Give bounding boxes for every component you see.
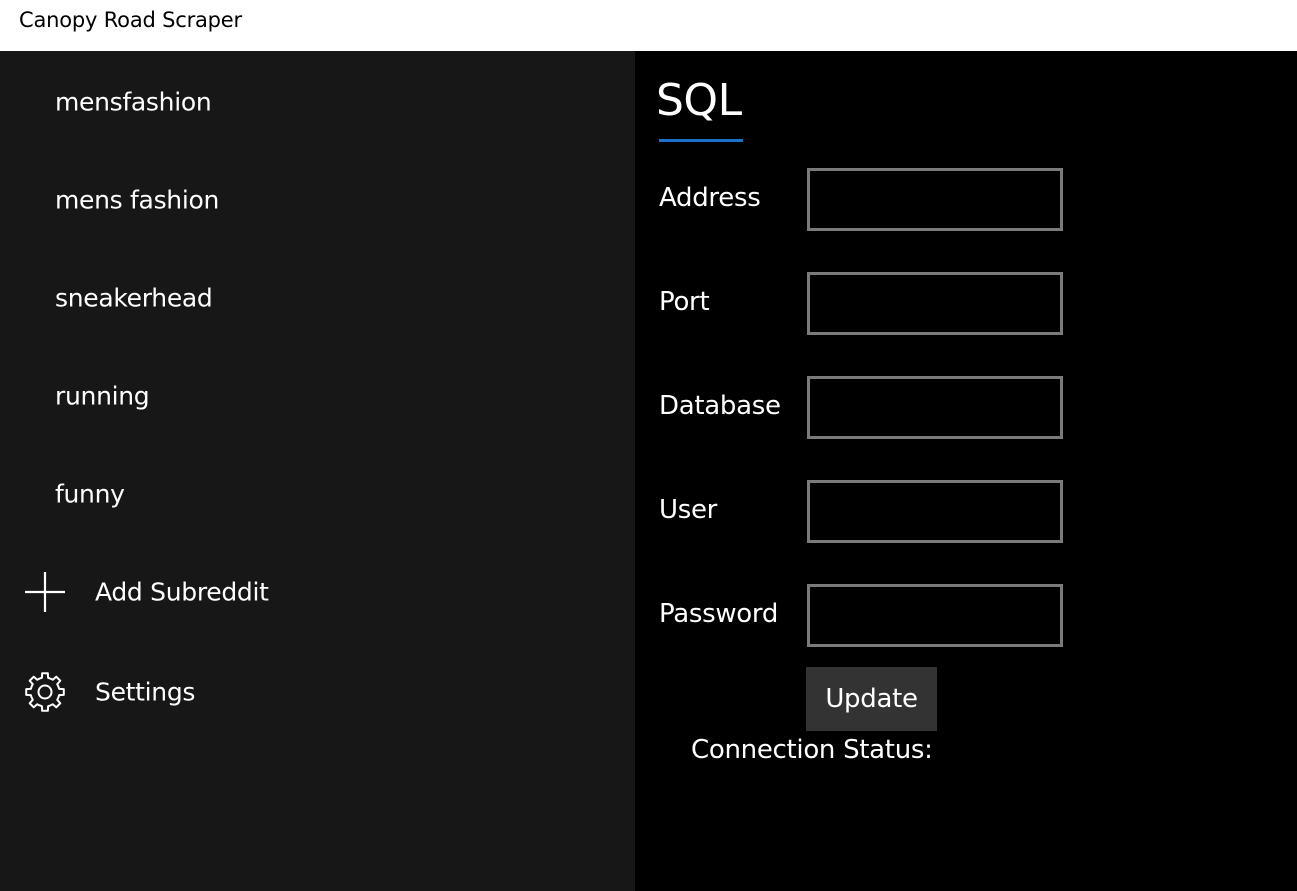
password-input[interactable] bbox=[807, 584, 1063, 647]
database-label: Database bbox=[659, 391, 781, 421]
port-input[interactable] bbox=[807, 272, 1063, 335]
title-bar: Canopy Road Scraper bbox=[0, 0, 1297, 51]
sidebar-item-label: running bbox=[55, 381, 150, 411]
sidebar-item-mensfashion[interactable]: mensfashion bbox=[0, 72, 635, 132]
settings-button[interactable]: Settings bbox=[0, 662, 635, 722]
add-subreddit-button[interactable]: Add Subreddit bbox=[0, 562, 635, 622]
gear-icon bbox=[22, 669, 68, 715]
sidebar: mensfashion mens fashion sneakerhead run… bbox=[0, 51, 635, 891]
sidebar-item-running[interactable]: running bbox=[0, 366, 635, 426]
password-label: Password bbox=[659, 599, 779, 629]
address-input[interactable] bbox=[807, 168, 1063, 231]
sidebar-item-label: mens fashion bbox=[55, 185, 220, 215]
user-input[interactable] bbox=[807, 480, 1063, 543]
sidebar-item-label: funny bbox=[55, 479, 125, 509]
add-subreddit-label: Add Subreddit bbox=[95, 577, 269, 607]
settings-label: Settings bbox=[95, 677, 196, 707]
plus-icon bbox=[22, 569, 68, 615]
pivot-selection-indicator bbox=[659, 139, 743, 142]
sidebar-item-label: sneakerhead bbox=[55, 283, 213, 313]
sidebar-item-funny[interactable]: funny bbox=[0, 464, 635, 524]
port-label: Port bbox=[659, 287, 710, 317]
settings-panel: SQL Address Port Database User Password … bbox=[635, 51, 1297, 891]
update-button[interactable]: Update bbox=[806, 667, 937, 731]
sidebar-item-label: mensfashion bbox=[55, 87, 212, 117]
user-label: User bbox=[659, 495, 718, 525]
window-title: Canopy Road Scraper bbox=[19, 8, 242, 32]
sidebar-item-sneakerhead[interactable]: sneakerhead bbox=[0, 268, 635, 328]
database-input[interactable] bbox=[807, 376, 1063, 439]
pivot-header-sql[interactable]: SQL bbox=[656, 72, 742, 130]
connection-status-label: Connection Status: bbox=[691, 735, 933, 765]
sidebar-item-mens-fashion[interactable]: mens fashion bbox=[0, 170, 635, 230]
address-label: Address bbox=[659, 183, 761, 213]
